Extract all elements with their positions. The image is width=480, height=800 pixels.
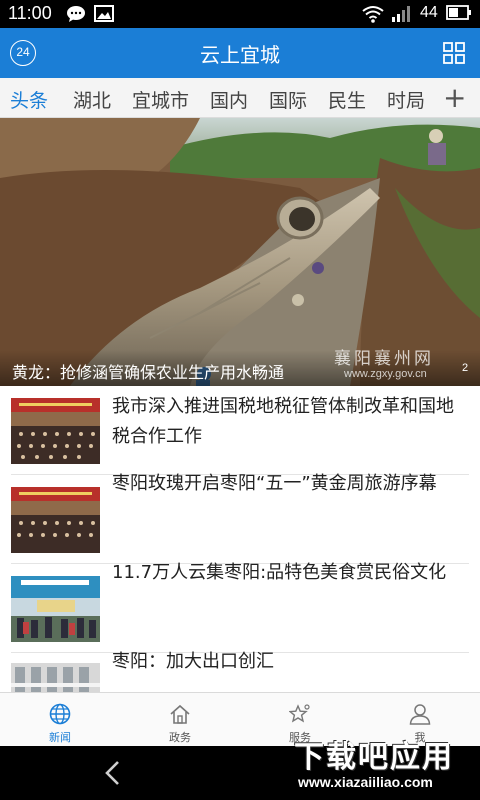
news-thumbnail bbox=[11, 398, 100, 464]
chat-icon bbox=[67, 6, 85, 22]
category-tabs: 头条 湖北 宜城市 国内 国际 民生 时局 + bbox=[0, 78, 480, 118]
news-list: 我市深入推进国税地税征管体制改革和国地税合作工作 枣阳玫瑰开启枣阳“五一”黄金周… bbox=[0, 386, 480, 692]
site-watermark: 下载吧应用 www.xiazaiiliao.com bbox=[290, 718, 476, 798]
hero-page-indicator: 2 bbox=[462, 362, 469, 374]
home-icon bbox=[170, 704, 190, 724]
news-headline: 11.7万人云集枣阳:品特色美食赏民俗文化 bbox=[112, 562, 447, 583]
news-thumbnail bbox=[11, 576, 100, 642]
list-item[interactable]: 我市深入推进国税地税征管体制改革和国地税合作工作 bbox=[0, 386, 480, 475]
watermark-brand: 下载吧应用 bbox=[294, 740, 454, 775]
battery-level: 44 bbox=[420, 4, 438, 21]
status-time: 11:00 bbox=[8, 3, 52, 23]
add-tab-icon[interactable]: + bbox=[443, 81, 466, 114]
watermark-url: www.xiazaiiliao.com bbox=[298, 774, 433, 790]
tab-domestic[interactable]: 国内 bbox=[210, 86, 248, 113]
hero-watermark-url: www.zgxy.gov.cn bbox=[344, 368, 427, 380]
nav-label: 新闻 bbox=[49, 731, 71, 744]
news-headline: 我市深入推进国税地税征管体制改革和国地税合作工作 bbox=[112, 396, 454, 447]
news-headline: 枣阳玫瑰开启枣阳“五一”黄金周旅游序幕 bbox=[112, 473, 437, 494]
tab-politics[interactable]: 时局 bbox=[387, 86, 425, 113]
tab-international[interactable]: 国际 bbox=[269, 86, 307, 113]
list-item[interactable]: 11.7万人云集枣阳:品特色美食赏民俗文化 bbox=[0, 562, 480, 653]
tab-hubei[interactable]: 湖北 bbox=[73, 86, 111, 113]
list-item[interactable]: 枣阳：加大出口创汇 bbox=[0, 651, 480, 692]
hero-watermark: 襄阳襄州网 bbox=[334, 349, 434, 369]
app-header: 24 云上宜城 bbox=[0, 28, 480, 78]
wifi-icon bbox=[362, 6, 384, 23]
status-bar: 11:00 44 bbox=[0, 0, 480, 28]
news-thumbnail bbox=[11, 487, 100, 553]
nav-label: 政务 bbox=[169, 731, 191, 744]
app-title: 云上宜城 bbox=[200, 43, 280, 67]
news-headline: 枣阳：加大出口创汇 bbox=[112, 651, 274, 672]
battery-icon bbox=[446, 5, 471, 20]
back-icon[interactable] bbox=[100, 758, 126, 788]
globe-icon bbox=[49, 703, 71, 725]
signal-icon bbox=[392, 6, 410, 22]
nav-government[interactable]: 政务 bbox=[120, 693, 240, 747]
hero-caption: 黄龙：抢修涵管确保农业生产用水畅通 bbox=[12, 363, 285, 382]
tab-headlines[interactable]: 头条 bbox=[10, 86, 48, 113]
nav-news[interactable]: 新闻 bbox=[0, 693, 120, 747]
tab-livelihood[interactable]: 民生 bbox=[328, 86, 366, 113]
news-thumbnail bbox=[11, 663, 100, 692]
grid-menu-icon[interactable] bbox=[443, 42, 465, 64]
list-item[interactable]: 枣阳玫瑰开启枣阳“五一”黄金周旅游序幕 bbox=[0, 473, 480, 564]
image-icon bbox=[94, 5, 114, 22]
hero-banner[interactable]: 黄龙：抢修涵管确保农业生产用水畅通 襄阳襄州网 www.zgxy.gov.cn … bbox=[0, 118, 480, 386]
tab-yicheng[interactable]: 宜城市 bbox=[132, 86, 189, 113]
